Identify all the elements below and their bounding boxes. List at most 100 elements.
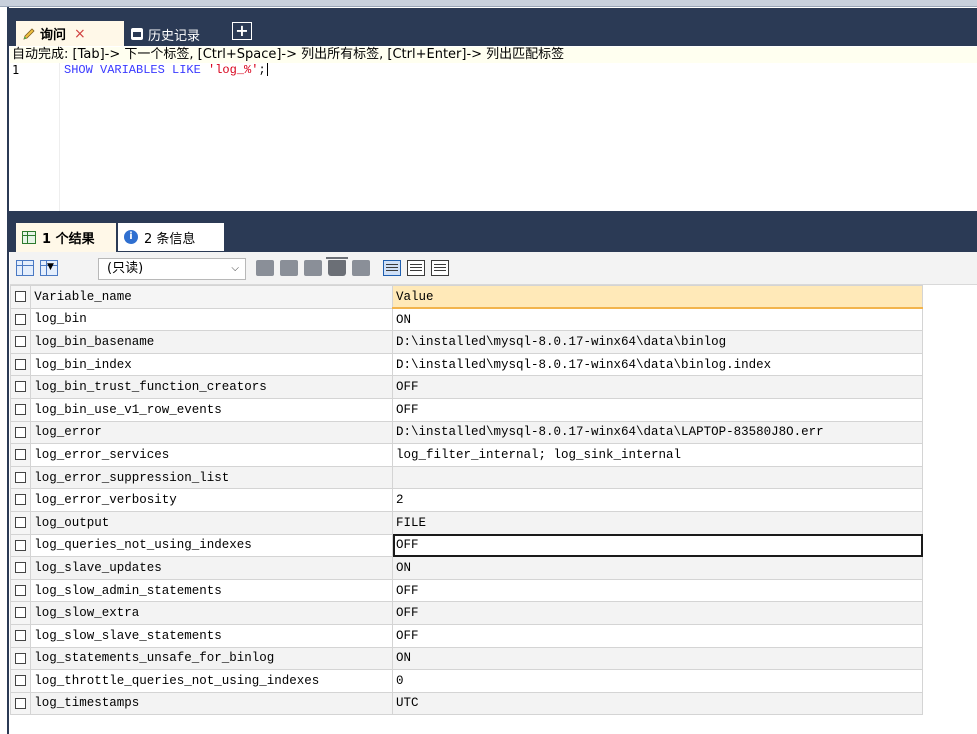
grid-view-icon[interactable] [383, 260, 401, 276]
table-row[interactable]: log_queries_not_using_indexes OFF [9, 533, 923, 558]
value-cell[interactable]: 2 [392, 488, 923, 512]
variable-name-cell[interactable]: log_slave_updates [30, 556, 394, 580]
duplicate-row-icon[interactable] [280, 260, 298, 276]
row-checkbox[interactable] [9, 352, 32, 377]
table-row[interactable]: log_error_suppression_list [9, 465, 923, 490]
close-icon[interactable]: × [74, 26, 86, 42]
text-view-icon[interactable] [431, 260, 449, 276]
tab-messages[interactable]: i 2 条信息 [117, 222, 225, 252]
variable-name-cell[interactable]: log_slow_extra [30, 601, 394, 625]
delete-icon[interactable] [326, 257, 348, 276]
row-checkbox[interactable] [9, 488, 32, 512]
value-cell[interactable]: 0 [392, 669, 923, 693]
tab-query-label: 询问 [40, 28, 67, 43]
table-row[interactable]: log_bin ON [9, 307, 923, 332]
table-row[interactable]: log_slow_extra OFF [9, 601, 923, 625]
row-checkbox[interactable] [9, 307, 32, 332]
row-checkbox[interactable] [9, 691, 32, 716]
row-checkbox[interactable] [9, 510, 32, 535]
table-row[interactable]: log_statements_unsafe_for_binlog ON [9, 646, 923, 671]
table-row[interactable]: log_throttle_queries_not_using_indexes 0 [9, 669, 923, 693]
table-row[interactable]: log_slow_slave_statements OFF [9, 623, 923, 648]
variable-name-cell[interactable]: log_error_services [30, 443, 394, 467]
cancel-changes-icon[interactable] [352, 260, 370, 276]
variable-name-cell[interactable]: log_slow_slave_statements [30, 623, 394, 648]
tab-results[interactable]: 1 个结果 [15, 222, 117, 252]
column-header-value[interactable]: Value [392, 285, 923, 310]
variable-name-cell[interactable]: log_error_suppression_list [30, 465, 394, 490]
row-checkbox[interactable] [9, 533, 32, 558]
sql-editor[interactable]: 1 SHOW VARIABLES LIKE 'log_%'; [10, 63, 977, 211]
value-cell[interactable] [392, 465, 923, 490]
value-cell[interactable]: D:\installed\mysql-8.0.17-winx64\data\bi… [392, 330, 923, 354]
value-cell[interactable]: OFF [392, 601, 923, 625]
row-checkbox[interactable] [9, 330, 32, 354]
table-row[interactable]: log_timestamps UTC [9, 691, 923, 716]
table-row[interactable]: log_error_verbosity 2 [9, 488, 923, 512]
row-checkbox[interactable] [9, 443, 32, 467]
value-cell[interactable]: OFF [392, 623, 923, 648]
table-row[interactable]: log_bin_trust_function_creators OFF [9, 375, 923, 399]
row-checkbox[interactable] [9, 669, 32, 693]
variable-name-cell[interactable]: log_error [30, 420, 394, 445]
value-cell[interactable]: UTC [392, 691, 923, 716]
chevron-down-icon[interactable]: ▼ [47, 262, 54, 272]
table-row[interactable]: log_bin_index D:\installed\mysql-8.0.17-w… [9, 352, 923, 377]
table-row[interactable]: log_bin_use_v1_row_events OFF [9, 397, 923, 422]
table-row[interactable]: log_error D:\installed\mysql-8.0.17-winx6… [9, 420, 923, 445]
tab-query[interactable]: 询问 × [15, 20, 125, 46]
row-checkbox[interactable] [9, 420, 32, 445]
value-cell[interactable]: OFF [392, 375, 923, 399]
line-number: 1 [10, 63, 60, 211]
row-checkbox[interactable] [9, 465, 32, 490]
variable-name-cell[interactable]: log_bin_index [30, 352, 394, 377]
variable-name-cell[interactable]: log_queries_not_using_indexes [30, 533, 394, 558]
variable-name-cell[interactable]: log_output [30, 510, 394, 535]
tab-history[interactable]: 历史记录 [125, 22, 229, 46]
value-cell[interactable]: D:\installed\mysql-8.0.17-winx64\data\LA… [392, 420, 923, 445]
value-cell[interactable]: OFF [392, 397, 923, 422]
row-checkbox[interactable] [9, 556, 32, 580]
value-cell[interactable]: OFF [392, 533, 923, 558]
variable-name-cell[interactable]: log_error_verbosity [30, 488, 394, 512]
value-cell[interactable]: log_filter_internal; log_sink_internal [392, 443, 923, 467]
save-icon[interactable] [304, 260, 322, 276]
table-row[interactable]: log_slow_admin_statements OFF [9, 578, 923, 603]
variable-name-cell[interactable]: log_slow_admin_statements [30, 578, 394, 603]
row-checkbox[interactable] [9, 578, 32, 603]
variable-name-cell[interactable]: log_timestamps [30, 691, 394, 716]
row-checkbox[interactable] [9, 623, 32, 648]
row-checkbox[interactable] [9, 646, 32, 671]
variable-name-cell[interactable]: log_bin [30, 307, 394, 332]
form-view-icon[interactable] [407, 260, 425, 276]
table-row[interactable]: log_error_services log_filter_internal; l… [9, 443, 923, 467]
variable-name-cell[interactable]: log_throttle_queries_not_using_indexes [30, 669, 394, 693]
value-cell[interactable]: FILE [392, 510, 923, 535]
table-row[interactable]: log_output FILE [9, 510, 923, 535]
value-cell[interactable]: OFF [392, 578, 923, 603]
info-icon: i [124, 230, 138, 244]
row-checkbox[interactable] [9, 375, 32, 399]
column-header-variable-name[interactable]: Variable_name [30, 285, 394, 309]
variable-name-cell[interactable]: log_bin_trust_function_creators [30, 375, 394, 399]
row-checkbox[interactable] [9, 397, 32, 422]
tab-results-label: 1 个结果 [42, 232, 95, 247]
insert-row-icon[interactable] [256, 260, 274, 276]
variable-name-cell[interactable]: log_bin_use_v1_row_events [30, 397, 394, 422]
table-row[interactable]: log_slave_updates ON [9, 556, 923, 580]
variable-name-cell[interactable]: log_bin_basename [30, 330, 394, 354]
table-row[interactable]: log_bin_basename D:\installed\mysql-8.0.1… [9, 330, 923, 354]
export-grid-icon[interactable] [16, 260, 34, 276]
header-row: Variable_name Value [9, 285, 923, 310]
select-all-checkbox[interactable] [9, 285, 32, 309]
row-checkbox[interactable] [9, 601, 32, 625]
value-cell[interactable]: ON [392, 646, 923, 671]
variable-name-cell[interactable]: log_statements_unsafe_for_binlog [30, 646, 394, 671]
sql-code[interactable]: SHOW VARIABLES LIKE 'log_%'; [64, 63, 268, 77]
value-cell[interactable]: ON [392, 307, 923, 332]
value-cell[interactable]: ON [392, 556, 923, 580]
grid-icon [22, 231, 36, 244]
value-cell[interactable]: D:\installed\mysql-8.0.17-winx64\data\bi… [392, 352, 923, 377]
add-tab-button[interactable]: + [232, 22, 252, 40]
edit-mode-select[interactable]: (只读) ⌵ [98, 258, 246, 280]
